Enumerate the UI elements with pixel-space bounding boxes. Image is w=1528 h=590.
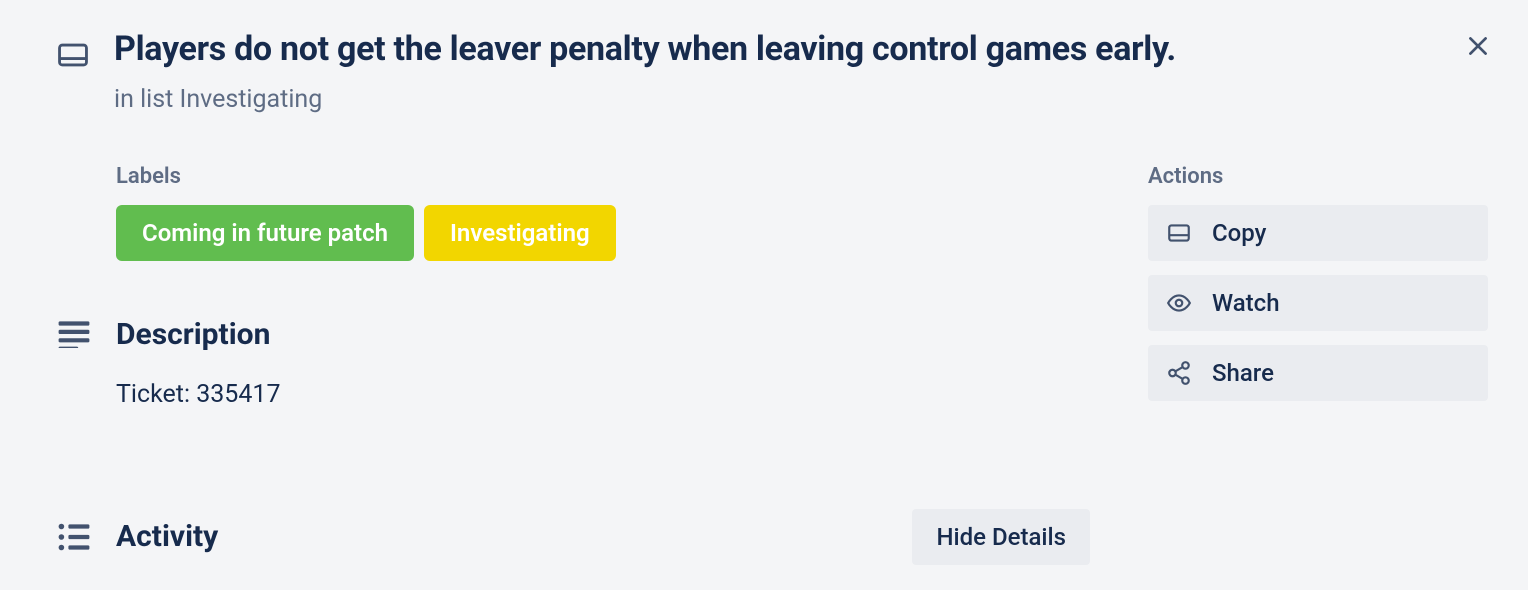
card-title[interactable]: Players do not get the leaver penalty wh… bbox=[114, 28, 1408, 71]
watch-button[interactable]: Watch bbox=[1148, 275, 1488, 331]
close-icon bbox=[1465, 33, 1491, 59]
copy-button[interactable]: Copy bbox=[1148, 205, 1488, 261]
label-chip-future-patch[interactable]: Coming in future patch bbox=[116, 205, 414, 261]
main-column: Labels Coming in future patch Investigat… bbox=[56, 164, 1100, 565]
labels-heading: Labels bbox=[116, 164, 1100, 189]
eye-icon bbox=[1166, 290, 1192, 316]
list-prefix: in list bbox=[114, 85, 180, 114]
description-section: Description bbox=[56, 317, 1100, 352]
close-button[interactable] bbox=[1460, 28, 1496, 64]
share-button[interactable]: Share bbox=[1148, 345, 1488, 401]
actions-column: Actions Copy Watch Share bbox=[1148, 164, 1488, 565]
description-body[interactable]: Ticket: 335417 bbox=[116, 380, 1100, 409]
description-icon bbox=[56, 320, 92, 348]
label-chip-investigating[interactable]: Investigating bbox=[424, 205, 616, 261]
activity-icon bbox=[56, 523, 92, 551]
watch-label: Watch bbox=[1212, 289, 1280, 317]
hide-details-button[interactable]: Hide Details bbox=[912, 509, 1090, 565]
description-heading: Description bbox=[116, 317, 270, 352]
activity-section: Activity Hide Details bbox=[56, 509, 1100, 565]
labels-row: Coming in future patch Investigating bbox=[116, 205, 1100, 261]
card-icon bbox=[56, 38, 90, 76]
share-label: Share bbox=[1212, 359, 1274, 387]
list-name[interactable]: Investigating bbox=[180, 85, 323, 114]
share-icon bbox=[1166, 360, 1192, 386]
actions-heading: Actions bbox=[1148, 164, 1488, 189]
card-copy-icon bbox=[1166, 220, 1192, 246]
card-header: Players do not get the leaver penalty wh… bbox=[56, 28, 1488, 114]
copy-label: Copy bbox=[1212, 219, 1266, 247]
card-list-location[interactable]: in list Investigating bbox=[114, 85, 1408, 114]
activity-heading: Activity bbox=[116, 519, 218, 554]
